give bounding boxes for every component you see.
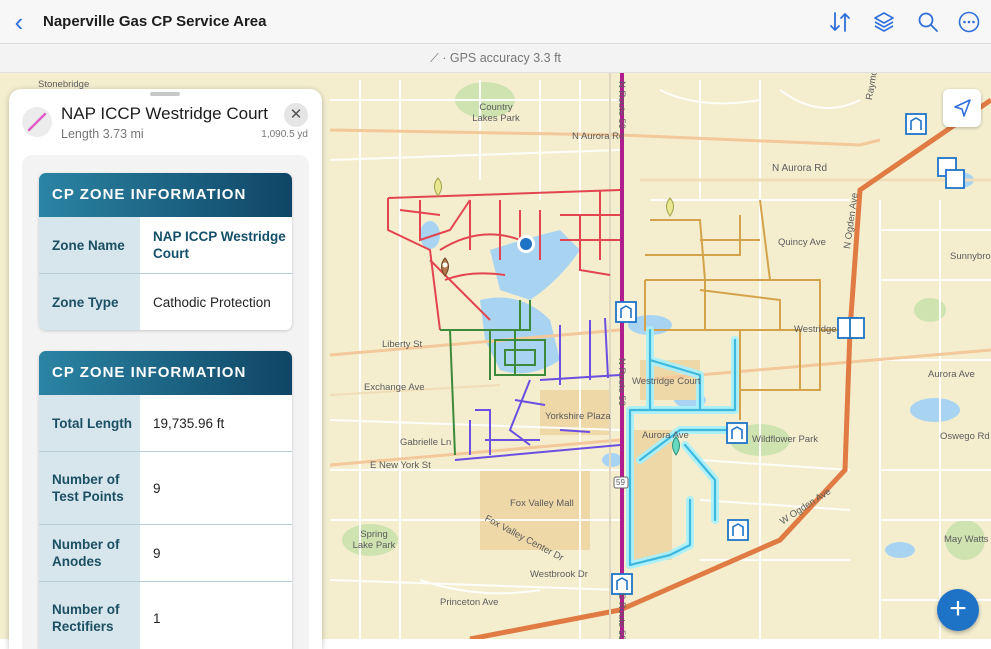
field-label: Zone Type xyxy=(39,274,140,330)
location-arrow-icon xyxy=(954,99,971,117)
top-bar: ‹ Naperville Gas CP Service Area xyxy=(0,0,991,44)
map-label: Wildflower Park xyxy=(752,434,818,445)
popup-content[interactable]: CP ZONE INFORMATION Zone Name NAP ICCP W… xyxy=(22,155,309,649)
test-point-marker[interactable] xyxy=(666,197,674,217)
sort-icon[interactable] xyxy=(828,10,852,34)
zone-stats-card: CP ZONE INFORMATION Total Length 19,735.… xyxy=(39,351,292,649)
rectifier-icon[interactable] xyxy=(905,113,927,135)
close-icon: ✕ xyxy=(289,106,303,123)
zone-info-card: CP ZONE INFORMATION Zone Name NAP ICCP W… xyxy=(39,173,292,330)
map-label: Country Lakes Park xyxy=(472,102,520,124)
feature-popup: NAP ICCP Westridge Court Length 3.73 mi … xyxy=(9,89,322,649)
gps-icon: ⟋ xyxy=(429,51,439,65)
map-label: N Route 59 xyxy=(616,358,627,407)
close-button[interactable]: ✕ xyxy=(284,103,308,127)
map-label: Westbrook Dr xyxy=(530,569,588,580)
layers-icon[interactable] xyxy=(872,10,896,34)
map-label: Sunnybrook xyxy=(950,251,991,262)
map-label: Aurora Ave xyxy=(642,430,689,441)
map-label: E New York St xyxy=(370,460,431,471)
table-row: Number of Test Points 9 xyxy=(39,452,292,525)
more-options-icon[interactable] xyxy=(957,10,981,34)
rectifier-icon[interactable] xyxy=(937,157,965,189)
map-label: Quincy Ave xyxy=(778,237,826,248)
map-label: N Aurora Rd xyxy=(572,131,625,142)
map-label: Aurora Ave xyxy=(928,369,975,380)
map-label: S Route 59 xyxy=(616,593,627,639)
map-label: Yorkshire Plaza xyxy=(545,411,611,422)
field-value: 9 xyxy=(140,452,292,524)
field-label: Number of Test Points xyxy=(39,452,140,524)
table-row: Zone Name NAP ICCP Westridge Court xyxy=(39,217,292,274)
map-label: Fox Valley Mall xyxy=(510,498,574,509)
field-label: Total Length xyxy=(39,395,140,451)
card-header: CP ZONE INFORMATION xyxy=(39,173,292,217)
map-label: N Route 59 xyxy=(616,81,627,130)
search-icon[interactable] xyxy=(916,10,940,34)
map-label: Spring Lake Park xyxy=(352,529,396,551)
map-label: Exchange Ave xyxy=(364,382,425,393)
card-header: CP ZONE INFORMATION xyxy=(39,351,292,395)
map-label: Princeton Ave xyxy=(440,597,499,608)
test-point-marker[interactable] xyxy=(434,177,442,197)
field-value: Cathodic Protection xyxy=(140,274,292,330)
field-label: Zone Name xyxy=(39,217,140,273)
line-feature-icon xyxy=(22,107,52,137)
gps-status-bar: ⟋ · GPS accuracy 3.3 ft xyxy=(0,44,991,73)
rectifier-icon[interactable] xyxy=(611,573,633,595)
rectifier-icon[interactable] xyxy=(837,317,865,339)
rectifier-icon[interactable] xyxy=(615,301,637,323)
rectifier-icon[interactable] xyxy=(727,519,749,541)
compass-button[interactable] xyxy=(943,89,981,127)
table-row: Total Length 19,735.96 ft xyxy=(39,395,292,452)
drag-handle[interactable] xyxy=(150,92,180,96)
field-value: 19,735.96 ft xyxy=(140,395,292,451)
map-label: Westridge Court xyxy=(632,376,701,387)
map-label: N Aurora Rd xyxy=(772,163,828,174)
map-label: Liberty St xyxy=(382,339,423,350)
route-shield-label: 59 xyxy=(616,478,625,487)
gps-accuracy-text: GPS accuracy 3.3 ft xyxy=(449,51,562,65)
current-location-dot xyxy=(520,238,532,250)
map-label: May Watts xyxy=(944,534,989,545)
field-value: 9 xyxy=(140,525,292,581)
map-label: Westridge xyxy=(794,324,837,335)
field-value: NAP ICCP Westridge Court xyxy=(140,217,292,273)
table-row: Zone Type Cathodic Protection xyxy=(39,274,292,330)
feature-title: NAP ICCP Westridge Court xyxy=(61,104,268,123)
field-label: Number of Anodes xyxy=(39,525,140,581)
map-label: Gabrielle Ln xyxy=(400,437,452,448)
back-icon[interactable]: ‹ xyxy=(6,8,32,36)
rectifier-icon[interactable] xyxy=(726,422,748,444)
feature-distance: 1,090.5 yd xyxy=(261,129,308,140)
add-button[interactable]: + xyxy=(937,589,979,631)
map-label: Oswego Rd xyxy=(940,431,990,442)
feature-length: Length 3.73 mi xyxy=(61,127,144,141)
table-row: Number of Anodes 9 xyxy=(39,525,292,582)
page-title: Naperville Gas CP Service Area xyxy=(43,13,267,30)
